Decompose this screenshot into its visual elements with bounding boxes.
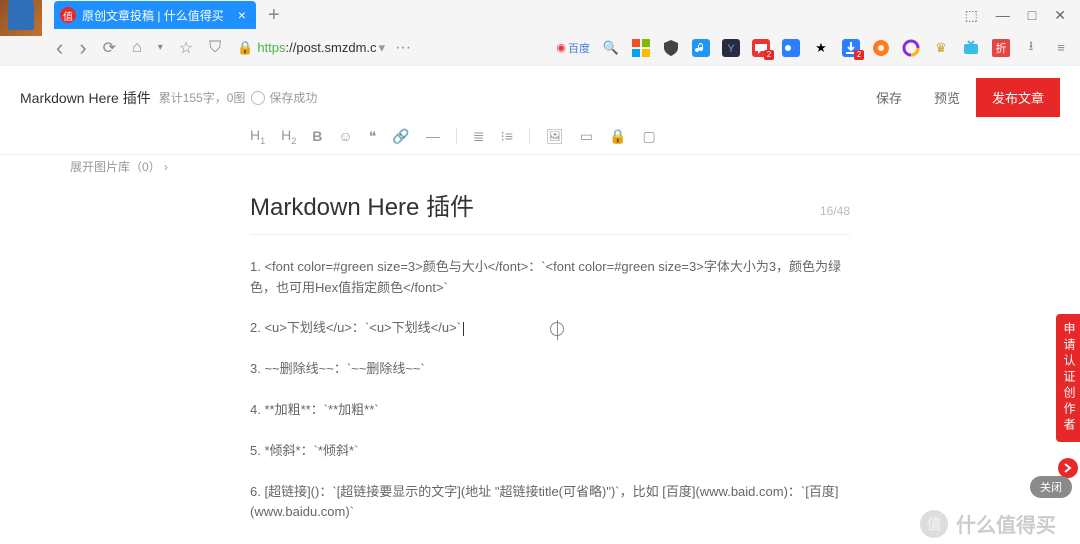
new-tab-button[interactable]: +	[268, 4, 280, 27]
ext-y-icon[interactable]: Y	[722, 39, 740, 57]
profile-avatar[interactable]	[0, 0, 42, 36]
publish-button[interactable]: 发布文章	[976, 78, 1060, 117]
fmt-video-button[interactable]: ▢	[643, 128, 656, 145]
watermark-icon	[920, 510, 948, 538]
ext-baidu-icon[interactable]: ◉百度	[556, 39, 590, 57]
editor-body[interactable]: 1. <font color=#green size=3>颜色与大小</font…	[250, 257, 850, 523]
editor-line: 5. *倾斜*：`*倾斜*`	[250, 441, 850, 462]
tab-close-icon[interactable]: ×	[238, 7, 246, 23]
nav-forward-icon[interactable]: ›	[79, 35, 86, 61]
fmt-link-button[interactable]: 🔗	[392, 128, 409, 145]
close-pill-button[interactable]: 关闭	[1030, 476, 1072, 498]
ext-download-icon[interactable]: ⭳	[1022, 39, 1040, 57]
svg-text:Y: Y	[727, 43, 735, 55]
window-close-icon[interactable]: ✕	[1054, 7, 1066, 24]
lock-icon: 🔒	[237, 40, 253, 56]
doc-saved-status: 保存成功	[251, 89, 317, 106]
expand-gallery[interactable]: 展开图片库（0）	[70, 158, 168, 175]
fmt-bold-button[interactable]: B	[312, 128, 322, 144]
doc-title: Markdown Here 插件	[20, 88, 151, 108]
separator	[529, 128, 530, 144]
separator	[456, 128, 457, 144]
window-minimize-icon[interactable]: —	[996, 7, 1010, 23]
ext-discount-icon[interactable]: 折	[992, 39, 1010, 57]
ext-menu-icon[interactable]: ≡	[1052, 39, 1070, 57]
url-host: ://post.smzdm.c	[286, 40, 377, 55]
ext-shield2-icon[interactable]	[662, 39, 680, 57]
ext-star-icon[interactable]: ★	[812, 39, 830, 57]
ext-ring-icon[interactable]	[902, 39, 920, 57]
url-dropdown-icon[interactable]: ▾	[379, 40, 386, 56]
tab-favicon: 值	[60, 7, 76, 23]
url-more-icon[interactable]: ···	[395, 39, 411, 57]
svg-text:折: 折	[996, 41, 1007, 55]
fmt-quote-button[interactable]: ❝	[369, 128, 377, 145]
tab-title: 原创文章投稿 | 什么值得买	[82, 7, 224, 24]
nav-shield-icon[interactable]: ⛉	[209, 39, 221, 57]
editor-title-input[interactable]: Markdown Here 插件	[250, 187, 820, 222]
text-cursor-icon	[550, 322, 564, 336]
ext-down-icon[interactable]	[842, 39, 860, 57]
save-button[interactable]: 保存	[860, 78, 918, 117]
window-maximize-icon[interactable]: □	[1028, 7, 1036, 23]
fmt-ul-button[interactable]: ⁝≡	[500, 128, 513, 145]
ext-chat-icon[interactable]	[752, 39, 770, 57]
ext-crown-icon[interactable]: ♛	[932, 39, 950, 57]
nav-home-icon[interactable]: ⌂	[132, 39, 142, 57]
window-card-icon[interactable]: ⬚	[965, 7, 978, 24]
text-caret	[463, 322, 464, 336]
fmt-lock-button[interactable]: 🔒	[609, 128, 626, 145]
title-char-count: 16/48	[820, 204, 850, 218]
fmt-h1-button[interactable]: H1	[250, 127, 265, 146]
ext-search-icon[interactable]: 🔍	[602, 39, 620, 57]
fmt-card-button[interactable]: ▭	[580, 128, 593, 145]
editor-line: 1. <font color=#green size=3>颜色与大小</font…	[250, 257, 850, 299]
ext-tv-icon[interactable]	[962, 39, 980, 57]
address-bar[interactable]: 🔒 https ://post.smzdm.c ▾ ···	[237, 39, 427, 57]
watermark: 什么值得买	[920, 509, 1056, 538]
nav-caret-icon[interactable]: ▾	[158, 42, 163, 53]
apply-author-ribbon[interactable]: 申请认证创作者	[1056, 314, 1080, 442]
fmt-image-button[interactable]: 🖼	[546, 128, 564, 145]
ext-microsoft-icon[interactable]	[632, 39, 650, 57]
doc-stat: 累计155字，0图	[159, 89, 246, 106]
nav-bookmark-icon[interactable]: ☆	[179, 38, 193, 58]
ext-blue-icon[interactable]	[782, 39, 800, 57]
url-protocol: https	[257, 40, 285, 55]
nav-back-icon[interactable]: ‹	[56, 35, 63, 61]
ext-orange-icon[interactable]	[872, 39, 890, 57]
ext-music-icon[interactable]	[692, 39, 710, 57]
format-toolbar: H1 H2 B ☺ ❝ 🔗 — ≣ ⁝≡ 🖼 ▭ 🔒 ▢	[0, 123, 1080, 155]
fmt-h2-button[interactable]: H2	[281, 127, 296, 146]
fmt-emoji-button[interactable]: ☺	[338, 128, 352, 144]
editor-line: 4. **加粗**：`**加粗**`	[250, 400, 850, 421]
fmt-ol-button[interactable]: ≣	[473, 128, 485, 145]
editor-line: 3. ~~删除线~~：`~~删除线~~`	[250, 359, 850, 380]
browser-tab[interactable]: 值 原创文章投稿 | 什么值得买 ×	[54, 1, 256, 29]
editor-line: 6. [超链接]()：`[超链接要显示的文字](地址 "超链接title(可省略…	[250, 482, 850, 524]
preview-button[interactable]: 预览	[918, 78, 976, 117]
nav-reload-icon[interactable]: ⟳	[103, 38, 116, 58]
fmt-hr-button[interactable]: —	[426, 128, 440, 144]
